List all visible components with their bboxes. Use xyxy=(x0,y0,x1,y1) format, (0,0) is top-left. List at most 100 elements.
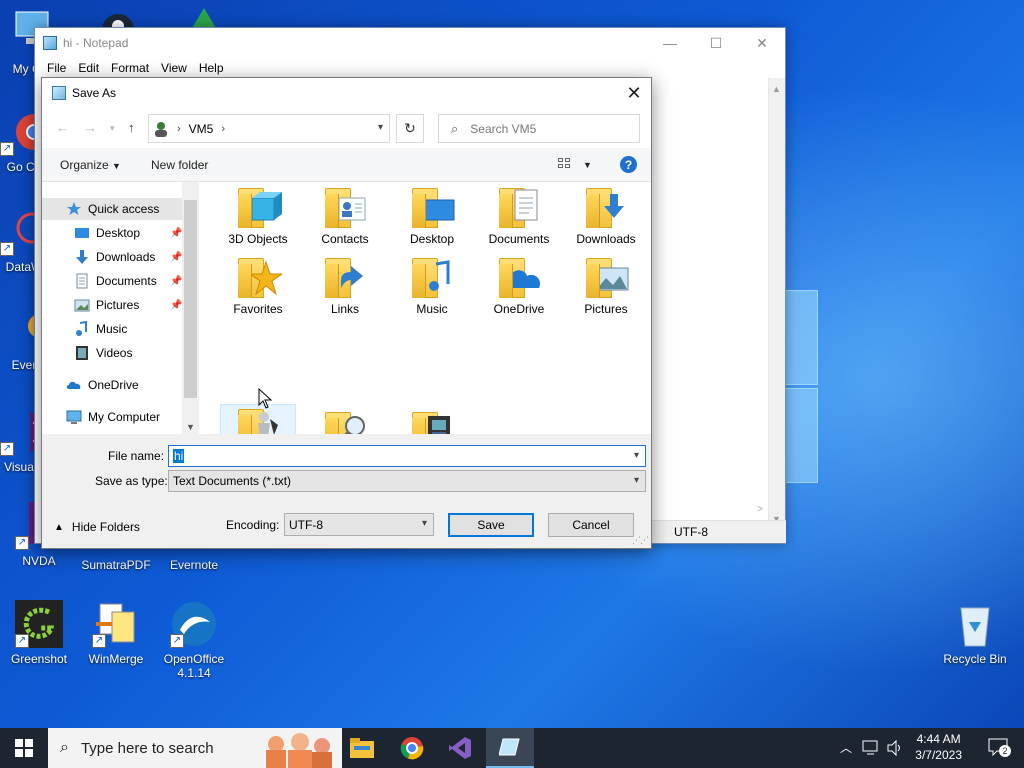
menu-file[interactable]: File xyxy=(41,61,72,75)
menu-edit[interactable]: Edit xyxy=(72,61,105,75)
taskbar-search[interactable]: ⌕ Type here to search xyxy=(48,728,342,768)
folder-label: Music xyxy=(416,302,448,316)
onedrive-icon xyxy=(66,377,82,393)
refresh-button[interactable]: ↻ xyxy=(396,114,424,143)
breadcrumb-vm5[interactable]: VM5 xyxy=(189,122,214,136)
address-row: ← → ▾ ↑ › VM5 › ▾ ↻ ⌕ Search VM5 xyxy=(42,108,651,148)
nav-pane-scrollbar[interactable]: ▼ xyxy=(182,182,199,434)
recent-chevron-icon[interactable]: ▾ xyxy=(110,123,115,134)
breadcrumb-separator-icon[interactable]: › xyxy=(221,123,225,135)
notifications-button[interactable]: 2 xyxy=(988,738,1011,757)
organize-button[interactable]: Organize ▼ xyxy=(60,158,121,172)
cancel-button[interactable]: Cancel xyxy=(548,513,634,537)
menu-help[interactable]: Help xyxy=(193,61,230,75)
navigation-pane: Quick access Desktop 📌 Downloads 📌 Docum… xyxy=(42,182,199,434)
search-icon: ⌕ xyxy=(451,120,459,136)
pin-icon: 📌 xyxy=(170,251,183,263)
nav-item-music[interactable]: Music xyxy=(42,318,182,340)
folder-item[interactable]: Favorites xyxy=(220,254,296,316)
chevron-down-icon: ▼ xyxy=(112,161,121,171)
folder-item[interactable]: Documents xyxy=(481,184,557,246)
shortcut-arrow-icon: ↗ xyxy=(0,442,14,456)
hide-folders-button[interactable]: ▲ Hide Folders xyxy=(54,520,140,534)
volume-icon[interactable] xyxy=(886,740,904,756)
network-icon[interactable] xyxy=(862,740,880,756)
address-dropdown-icon[interactable]: ▾ xyxy=(378,122,383,133)
maximize-button[interactable]: ☐ xyxy=(693,28,739,58)
folder-item[interactable]: Contacts xyxy=(307,184,383,246)
folder-icon xyxy=(582,184,630,230)
folder-item[interactable]: Pictures xyxy=(568,254,644,316)
nav-item-downloads[interactable]: Downloads 📌 xyxy=(42,246,182,268)
desktop-icon-winmerge[interactable]: ↗ WinMerge xyxy=(78,600,154,666)
notepad-vertical-scrollbar[interactable]: ▲ ▼ xyxy=(768,78,785,528)
videos-icon xyxy=(74,345,90,361)
nav-item-pictures[interactable]: Pictures 📌 xyxy=(42,294,182,316)
dialog-title: Save As xyxy=(72,86,117,100)
desktop-icon-openoffice[interactable]: ↗ OpenOffice 4.1.14 xyxy=(156,600,232,680)
notepad-menubar: File Edit Format View Help xyxy=(35,58,785,78)
scroll-right-icon[interactable]: > xyxy=(757,504,763,515)
folder-icon xyxy=(234,184,282,230)
nav-item-documents[interactable]: Documents 📌 xyxy=(42,270,182,292)
address-bar[interactable]: › VM5 › ▾ xyxy=(148,114,390,143)
nav-item-onedrive[interactable]: OneDrive xyxy=(42,374,182,396)
save-type-select[interactable]: Text Documents (*.txt) ▾ xyxy=(168,470,646,492)
clock-time: 4:44 AM xyxy=(916,732,961,746)
up-arrow-icon[interactable]: ↑ xyxy=(128,120,135,135)
dialog-titlebar[interactable]: Save As ✕ xyxy=(42,78,651,108)
refresh-icon: ↻ xyxy=(404,120,416,136)
tray-chevron-up-icon[interactable]: ︿ xyxy=(840,739,852,756)
save-button[interactable]: Save xyxy=(448,513,534,537)
chevron-up-icon: ▲ xyxy=(54,521,64,533)
taskbar-file-explorer[interactable] xyxy=(338,728,386,768)
nav-scroll-thumb[interactable] xyxy=(184,200,197,398)
folder-icon xyxy=(321,254,369,300)
view-options-icon[interactable] xyxy=(558,158,572,170)
view-dropdown-icon[interactable]: ▼ xyxy=(583,160,592,170)
recycle-bin-icon xyxy=(960,607,990,647)
start-button[interactable] xyxy=(0,728,48,768)
folder-label: Favorites xyxy=(233,302,283,316)
file-name-input[interactable]: hi ▾ xyxy=(168,445,646,467)
nav-item-quick-access[interactable]: Quick access xyxy=(42,198,182,220)
menu-format[interactable]: Format xyxy=(105,61,155,75)
folder-item[interactable]: OneDrive xyxy=(481,254,557,316)
scroll-down-icon[interactable]: ▼ xyxy=(186,422,195,432)
taskbar-visual-studio[interactable] xyxy=(436,728,484,768)
notepad-titlebar[interactable]: hi - Notepad — ☐ ✕ xyxy=(35,28,785,58)
save-type-value: Text Documents (*.txt) xyxy=(173,474,292,488)
nav-item-desktop[interactable]: Desktop 📌 xyxy=(42,222,182,244)
nav-item-my-computer[interactable]: My Computer xyxy=(42,406,182,428)
folder-item[interactable]: 3D Objects xyxy=(220,184,296,246)
folder-label: Documents xyxy=(488,232,550,246)
folder-item[interactable]: Desktop xyxy=(394,184,470,246)
encoding-select[interactable]: UTF-8 ▾ xyxy=(284,513,434,536)
nav-item-videos[interactable]: Videos xyxy=(42,342,182,364)
file-name-dropdown-icon[interactable]: ▾ xyxy=(634,450,639,461)
folder-item[interactable]: Music xyxy=(394,254,470,316)
help-icon[interactable]: ? xyxy=(620,156,637,173)
desktop-icon-greenshot[interactable]: ↗ Greenshot xyxy=(1,600,77,666)
folder-label: OneDrive xyxy=(493,302,545,316)
forward-arrow-icon[interactable]: → xyxy=(84,120,97,135)
folder-item[interactable]: Links xyxy=(307,254,383,316)
folder-label: Desktop xyxy=(409,232,455,246)
back-arrow-icon[interactable]: ← xyxy=(56,120,69,135)
windows-start-icon xyxy=(15,739,33,757)
desktop-icon-recycle-bin[interactable]: Recycle Bin xyxy=(937,600,1013,666)
menu-view[interactable]: View xyxy=(155,61,193,75)
new-folder-button[interactable]: New folder xyxy=(151,158,208,172)
scroll-up-icon[interactable]: ▲ xyxy=(772,84,781,94)
folder-item[interactable]: Downloads xyxy=(568,184,644,246)
resize-grip-icon[interactable]: ⋰⋰ xyxy=(632,535,649,546)
search-input[interactable]: ⌕ Search VM5 xyxy=(438,114,640,143)
dialog-close-button[interactable]: ✕ xyxy=(617,78,651,108)
taskbar-notepad[interactable] xyxy=(486,728,534,768)
taskbar-clock[interactable]: 4:44 AM 3/7/2023 xyxy=(915,731,962,763)
close-button[interactable]: ✕ xyxy=(739,28,785,58)
search-icon: ⌕ xyxy=(60,739,69,756)
taskbar-chrome[interactable] xyxy=(388,728,436,768)
minimize-button[interactable]: — xyxy=(647,28,693,58)
notepad-statusbar: UTF-8 xyxy=(652,520,786,543)
